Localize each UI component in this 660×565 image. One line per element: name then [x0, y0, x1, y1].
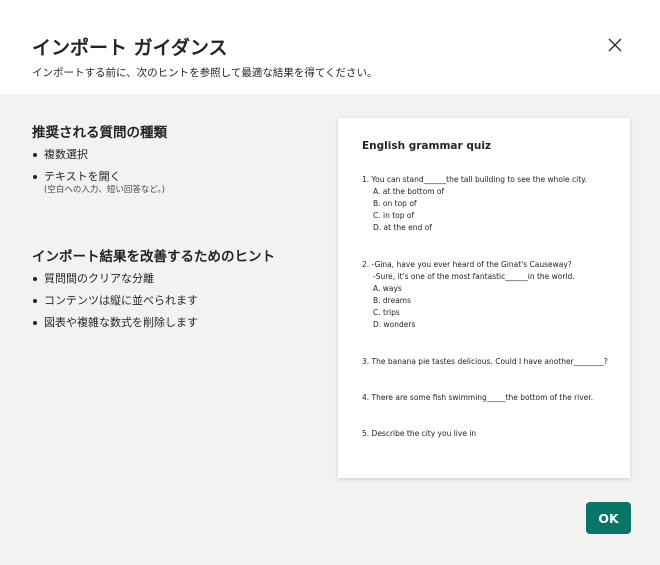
- question-type-multiple-choice: 複数選択: [44, 148, 88, 161]
- question-text: 3. The banana pie tastes delicious. Coul…: [362, 357, 608, 366]
- question-types-heading: 推奨される質問の種類: [32, 125, 167, 141]
- dialog-title: インポート ガイダンス: [32, 37, 228, 59]
- dialog-header: インポート ガイダンス インポートする前に、次のヒントを参照して最適な結果を得て…: [0, 0, 660, 94]
- question-2: 2. -Gina, have you ever heard of the Gin…: [362, 259, 575, 331]
- answer-option: C. in top of: [373, 211, 415, 220]
- quiz-title: English grammar quiz: [362, 140, 492, 152]
- question-4: 4. There are some fish swimming_____the …: [362, 392, 593, 404]
- answer-option: A. ways: [373, 284, 402, 293]
- close-icon: [608, 38, 622, 52]
- answer-option: B. on top of: [373, 199, 417, 208]
- question-text: -Sure, it's one of the most fantastic___…: [373, 272, 575, 281]
- hint-text: 図表や複雑な数式を削除します: [44, 316, 198, 329]
- question-text: 1. You can stand______the tall building …: [362, 175, 587, 184]
- hints-list: 質問間のクリアな分離 コンテンツは縦に並べられます 図表や複雑な数式を削除します: [32, 272, 198, 338]
- question-1: 1. You can stand______the tall building …: [362, 174, 587, 234]
- question-text: 5. Describe the city you live in: [362, 429, 477, 438]
- question-text: 4. There are some fish swimming_____the …: [362, 393, 594, 402]
- hint-text: 質問間のクリアな分離: [44, 272, 154, 285]
- hints-heading: インポート結果を改善するためのヒント: [32, 249, 275, 265]
- question-types-list: 複数選択 テキストを開く (空白への入力、短い回答など。): [32, 148, 165, 210]
- open-text-note: (空白への入力、短い回答など。): [44, 185, 165, 195]
- sample-document-preview: English grammar quiz 1. You can stand___…: [338, 118, 630, 478]
- list-item: 図表や複雑な数式を削除します: [32, 316, 198, 338]
- question-type-open-text: テキストを開く: [44, 170, 121, 183]
- list-item: 複数選択: [32, 148, 165, 170]
- answer-option: D. at the end of: [373, 223, 432, 232]
- list-item: 質問間のクリアな分離: [32, 272, 198, 294]
- answer-option: C. trips: [373, 308, 400, 317]
- dialog-subtitle: インポートする前に、次のヒントを参照して最適な結果を得てください。: [32, 67, 378, 79]
- question-text: 2. -Gina, have you ever heard of the Gin…: [362, 260, 572, 269]
- hint-text: コンテンツは縦に並べられます: [44, 294, 198, 307]
- answer-option: A. at the bottom of: [373, 187, 445, 196]
- ok-button[interactable]: OK: [586, 502, 631, 534]
- question-3: 3. The banana pie tastes delicious. Coul…: [362, 356, 608, 368]
- close-button[interactable]: [604, 34, 626, 56]
- import-guidance-dialog: インポート ガイダンス インポートする前に、次のヒントを参照して最適な結果を得て…: [0, 0, 660, 565]
- list-item: コンテンツは縦に並べられます: [32, 294, 198, 316]
- list-item: テキストを開く (空白への入力、短い回答など。): [32, 170, 165, 210]
- answer-option: D. wonders: [373, 320, 416, 329]
- question-5: 5. Describe the city you live in: [362, 428, 476, 440]
- answer-option: B. dreams: [373, 296, 412, 305]
